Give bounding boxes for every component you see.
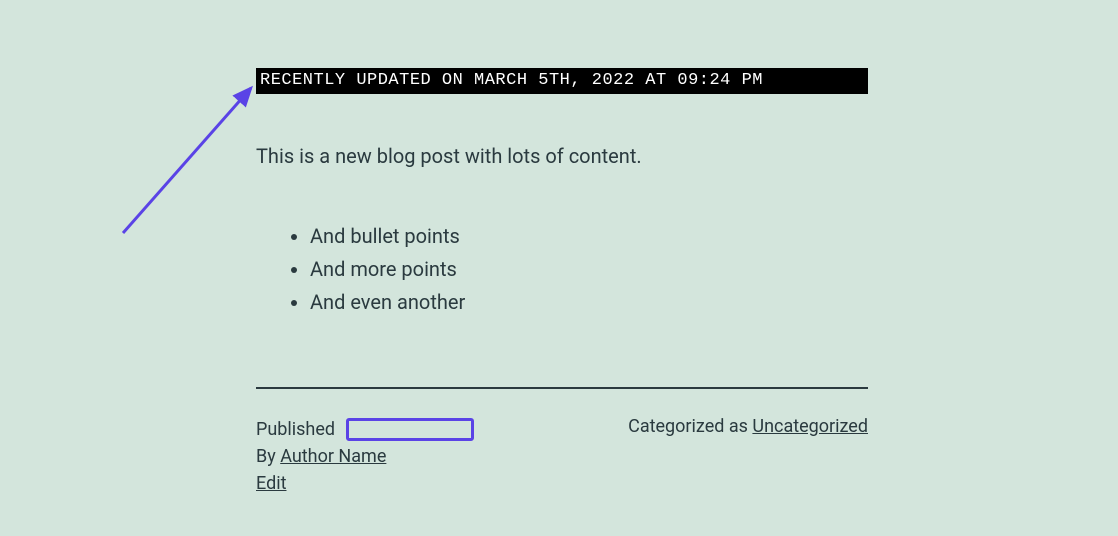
list-item: And more points [310,253,868,286]
post-bullet-list: And bullet points And more points And ev… [256,220,868,319]
category-link[interactable]: Uncategorized [752,416,868,437]
post-content: RECENTLY UPDATED ON MARCH 5TH, 2022 AT 0… [256,68,868,319]
post-meta-left: Published By Author Name Edit [256,416,474,497]
annotation-arrow-icon [108,78,268,243]
meta-divider [256,387,868,389]
categorized-label: Categorized as [628,416,748,437]
post-meta-right: Categorized as Uncategorized [628,416,868,437]
list-item: And bullet points [310,220,868,253]
by-label: By [256,446,276,467]
post-intro-text: This is a new blog post with lots of con… [256,142,868,170]
published-date-highlight-box [346,418,474,441]
author-link[interactable]: Author Name [280,446,386,467]
recently-updated-banner: RECENTLY UPDATED ON MARCH 5TH, 2022 AT 0… [256,68,868,94]
list-item: And even another [310,286,868,319]
edit-link[interactable]: Edit [256,473,286,494]
published-label: Published [256,419,335,440]
